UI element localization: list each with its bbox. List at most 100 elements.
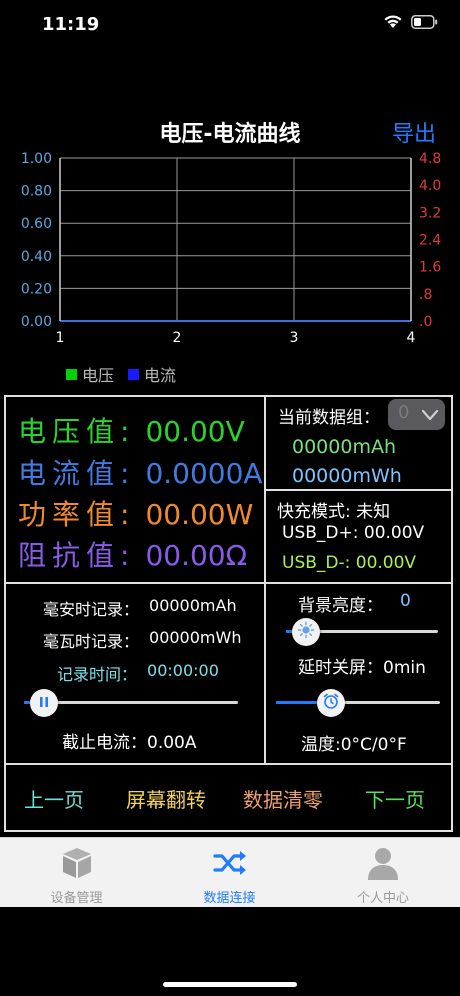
delay-off-label: 延时关屏： bbox=[298, 658, 383, 678]
box-icon bbox=[59, 845, 95, 885]
slider-thumb[interactable] bbox=[292, 618, 321, 646]
y-right-tick-label: 4.0 bbox=[419, 178, 441, 194]
legend-item-current: 电流 bbox=[128, 362, 176, 386]
y-left-tick-label: 0.20 bbox=[21, 281, 52, 297]
legend-swatch-current bbox=[128, 368, 140, 380]
delay-off-row: 延时关屏：0min bbox=[298, 653, 426, 678]
tab-bar: 设备管理 数据连接 个人中心 bbox=[0, 837, 460, 907]
export-button[interactable]: 导出 bbox=[392, 116, 436, 148]
x-tick-label: 2 bbox=[173, 330, 182, 346]
legend-label-voltage: 电压 bbox=[82, 366, 115, 385]
power-row: 功率值: 00.00W bbox=[18, 493, 253, 533]
data-group-select[interactable]: 0 bbox=[388, 399, 445, 430]
status-bar: 11:19 bbox=[0, 0, 460, 50]
data-group-label: 当前数据组： bbox=[278, 408, 380, 428]
quick-charge-mode-value: 未知 bbox=[356, 502, 391, 522]
y-right-tick-label: 4.8 bbox=[419, 151, 441, 167]
usb-dm-row: USB_D-: 00.00V bbox=[282, 553, 416, 573]
usb-dp-row: USB_D+: 00.00V bbox=[282, 523, 424, 543]
slider-thumb[interactable] bbox=[316, 689, 345, 717]
temperature-label: 温度: bbox=[301, 735, 341, 755]
delay-off-value: 0min bbox=[383, 658, 426, 678]
voltage-row: 电压值: 00.00V bbox=[18, 410, 245, 450]
data-group-mwh: 00000mWh bbox=[292, 465, 402, 487]
power-label: 功率值: bbox=[18, 498, 136, 531]
record-time-row: 记录时间： 00:00:00 bbox=[57, 661, 219, 685]
y-right-tick-label: 2.4 bbox=[419, 233, 441, 249]
data-group-mah: 00000mAh bbox=[292, 436, 396, 458]
record-time-value: 00:00:00 bbox=[147, 661, 219, 680]
status-icons bbox=[383, 14, 438, 33]
cutoff-current-label: 截止电流： bbox=[62, 733, 147, 753]
brightness-value: 0 bbox=[400, 591, 411, 611]
legend-swatch-voltage bbox=[66, 368, 77, 380]
next-page-button[interactable]: 下一页 bbox=[365, 784, 425, 813]
sun-icon bbox=[297, 621, 315, 643]
voltage-label: 电压值: bbox=[18, 415, 136, 448]
divider bbox=[264, 489, 453, 491]
y-left-tick-label: 0.80 bbox=[21, 184, 52, 200]
delay-off-slider[interactable] bbox=[276, 688, 440, 718]
shuffle-icon bbox=[212, 845, 248, 885]
y-left-tick-label: 1.00 bbox=[21, 151, 52, 167]
battery-icon bbox=[411, 14, 438, 33]
brightness-label: 背景亮度： bbox=[298, 596, 383, 616]
x-tick-label: 3 bbox=[290, 330, 299, 346]
mwh-record-label: 毫瓦时记录： bbox=[43, 632, 140, 651]
record-time-label: 记录时间： bbox=[57, 665, 138, 684]
y-right-tick-label: 3.2 bbox=[419, 205, 441, 221]
current-row: 电流值: 0.0000A bbox=[18, 452, 263, 492]
tab-label: 个人中心 bbox=[356, 891, 409, 906]
y-right-tick-label: .0 bbox=[419, 314, 432, 330]
y-left-tick-label: 0.00 bbox=[21, 314, 52, 330]
quick-charge-mode-label: 快充模式: bbox=[277, 502, 351, 522]
cutoff-current-value: 0.00A bbox=[147, 733, 197, 753]
tab-label: 设备管理 bbox=[50, 891, 103, 906]
x-tick-label: 4 bbox=[407, 330, 416, 346]
status-time: 11:19 bbox=[42, 14, 100, 35]
usb-dm-value: 00.00V bbox=[355, 553, 417, 573]
prev-page-button[interactable]: 上一页 bbox=[24, 784, 84, 813]
tab-data-connection[interactable]: 数据连接 bbox=[153, 838, 306, 908]
voltage-current-chart: 1.000.800.600.400.200.004.84.03.22.41.6.… bbox=[21, 151, 442, 346]
usb-dp-value: 00.00V bbox=[363, 523, 425, 543]
y-right-tick-label: .8 bbox=[419, 287, 432, 303]
home-indicator bbox=[163, 982, 297, 987]
wifi-icon bbox=[383, 14, 403, 33]
impedance-value: 00.00Ω bbox=[145, 539, 247, 572]
impedance-label: 阻抗值: bbox=[18, 539, 136, 572]
record-slider[interactable] bbox=[24, 688, 238, 718]
power-value: 00.00W bbox=[145, 498, 254, 531]
person-icon bbox=[365, 845, 401, 885]
chevron-down-icon bbox=[421, 407, 439, 426]
impedance-row: 阻抗值: 00.00Ω bbox=[18, 534, 247, 574]
tab-device-management[interactable]: 设备管理 bbox=[0, 838, 153, 908]
brightness-slider[interactable] bbox=[286, 617, 438, 647]
current-label: 电流值: bbox=[18, 457, 136, 490]
tab-personal-center[interactable]: 个人中心 bbox=[306, 838, 460, 908]
cutoff-current: 截止电流：0.00A bbox=[62, 728, 196, 753]
mah-record-value: 00000mAh bbox=[149, 596, 237, 615]
screen-flip-button[interactable]: 屏幕翻转 bbox=[126, 784, 206, 813]
pause-icon bbox=[37, 694, 51, 713]
y-left-tick-label: 0.60 bbox=[21, 216, 52, 232]
y-left-tick-label: 0.40 bbox=[21, 249, 52, 265]
mwh-record-value: 00000mWh bbox=[149, 628, 242, 647]
divider bbox=[264, 582, 266, 764]
usb-dp-label: USB_D+: bbox=[282, 523, 359, 543]
mah-record-row: 毫安时记录： 00000mAh bbox=[43, 596, 237, 620]
quick-charge-mode: 快充模式: 未知 bbox=[277, 497, 390, 522]
data-group-selected: 0 bbox=[398, 402, 410, 423]
slider-thumb[interactable] bbox=[29, 689, 58, 717]
clear-data-button[interactable]: 数据清零 bbox=[243, 784, 323, 813]
current-value: 0.0000A bbox=[145, 457, 263, 490]
tab-label: 数据连接 bbox=[203, 891, 256, 906]
usb-dm-label: USB_D-: bbox=[282, 553, 351, 573]
alarm-clock-icon bbox=[322, 692, 340, 714]
temperature-row: 温度:0°C/0°F bbox=[301, 730, 407, 755]
y-right-tick-label: 1.6 bbox=[419, 260, 441, 276]
temperature-value: 0°C/0°F bbox=[340, 735, 407, 755]
chart-legend: 电压 电流 bbox=[66, 362, 176, 386]
legend-label-current: 电流 bbox=[144, 366, 177, 385]
divider bbox=[4, 763, 453, 765]
